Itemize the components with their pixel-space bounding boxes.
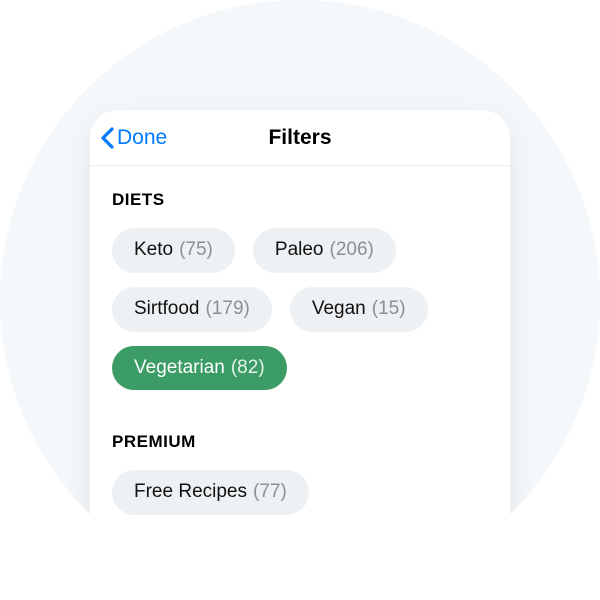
section-header-premium: PREMIUM <box>112 432 488 452</box>
done-label: Done <box>117 126 167 150</box>
pill-count: (82) <box>231 357 265 380</box>
pill-free-recipes[interactable]: Free Recipes (77) <box>112 470 309 515</box>
pill-count: (179) <box>205 298 249 321</box>
pill-label: Keto <box>134 239 173 262</box>
pill-label: Free Recipes <box>134 481 247 504</box>
pill-label: Vegetarian <box>134 357 225 380</box>
premium-pill-group: Free Recipes (77) <box>112 470 488 515</box>
pill-vegetarian[interactable]: Vegetarian (82) <box>112 346 287 391</box>
diets-pill-group: Keto (75) Paleo (206) Sirtfood (179) Veg… <box>112 228 488 390</box>
done-button[interactable]: Done <box>100 110 167 166</box>
pill-count: (206) <box>330 239 374 262</box>
pill-label: Paleo <box>275 239 324 262</box>
pill-count: (15) <box>372 298 406 321</box>
circle-mask: Done Filters DIETS Keto (75) Paleo (206)… <box>0 0 600 600</box>
nav-bar: Done Filters <box>90 110 510 166</box>
pill-label: Vegan <box>312 298 366 321</box>
pill-vegan[interactable]: Vegan (15) <box>290 287 428 332</box>
pill-keto[interactable]: Keto (75) <box>112 228 235 273</box>
pill-paleo[interactable]: Paleo (206) <box>253 228 396 273</box>
section-header-diets: DIETS <box>112 190 488 210</box>
filters-content: DIETS Keto (75) Paleo (206) Sirtfood (17… <box>90 166 510 557</box>
filters-panel: Done Filters DIETS Keto (75) Paleo (206)… <box>90 110 510 600</box>
chevron-left-icon <box>100 127 115 149</box>
pill-count: (77) <box>253 481 287 504</box>
page-title: Filters <box>268 126 331 150</box>
pill-label: Sirtfood <box>134 298 199 321</box>
pill-sirtfood[interactable]: Sirtfood (179) <box>112 287 272 332</box>
pill-count: (75) <box>179 239 213 262</box>
